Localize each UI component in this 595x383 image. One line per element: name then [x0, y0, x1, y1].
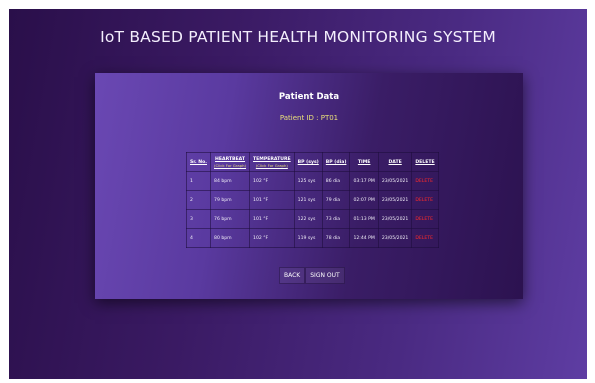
cell-time: 12:44 PM [349, 228, 379, 248]
table-header-row: Sr. No. HEARTBEAT (Click For Graph) TEMP… [185, 152, 439, 172]
cell-date: 23/05/2021 [377, 190, 413, 210]
cell-temperature: 101 °F [249, 209, 295, 229]
header-time: TIME [349, 152, 379, 172]
cell-sr-no: 1 [185, 171, 212, 191]
cell-sr-no: 2 [185, 190, 212, 210]
card-title: Patient Data [278, 92, 340, 102]
header-bp-sys: BP (sys) [293, 152, 323, 172]
cell-date: 23/05/2021 [377, 209, 413, 229]
patient-data-card: Patient Data Patient ID : PT01 Sr. No. H… [95, 73, 523, 299]
table-row: 4 80 bpm 102 °F 119 sys 78 dia 12:44 PM … [185, 228, 439, 248]
cell-bp-sys: 119 sys [293, 228, 323, 248]
table-row: 2 79 bpm 101 °F 121 sys 79 dia 02:07 PM … [185, 190, 439, 210]
header-sr-no: Sr. No. [185, 152, 212, 172]
cell-sr-no: 4 [185, 228, 212, 248]
header-bp-dia: BP (dia) [321, 152, 351, 172]
cell-time: 02:07 PM [349, 190, 379, 210]
app-screen: IoT BASED PATIENT HEALTH MONITORING SYST… [9, 9, 587, 379]
patient-id: Patient ID : PT01 [279, 114, 339, 122]
delete-link[interactable]: DELETE [411, 171, 439, 191]
back-button[interactable]: BACK [279, 267, 306, 284]
cell-date: 23/05/2021 [377, 228, 413, 248]
cell-bp-sys: 125 sys [293, 171, 323, 191]
cell-bp-dia: 86 dia [321, 171, 351, 191]
cell-bp-dia: 79 dia [321, 190, 351, 210]
sign-out-button[interactable]: SIGN OUT [305, 267, 345, 284]
patient-data-table: Sr. No. HEARTBEAT (Click For Graph) TEMP… [185, 152, 439, 248]
header-temperature[interactable]: TEMPERATURE (Click For Graph) [249, 152, 295, 172]
table-row: 3 76 bpm 101 °F 122 sys 73 dia 01:13 PM … [185, 209, 439, 229]
heartbeat-graph-link[interactable]: (Click For Graph) [214, 163, 246, 168]
header-delete: DELETE [411, 152, 439, 172]
cell-bp-dia: 73 dia [321, 209, 351, 229]
header-heartbeat-label[interactable]: HEARTBEAT [215, 157, 245, 162]
header-temperature-label[interactable]: TEMPERATURE [253, 157, 291, 162]
cell-time: 01:13 PM [349, 209, 379, 229]
cell-time: 03:17 PM [349, 171, 379, 191]
app-title: IoT BASED PATIENT HEALTH MONITORING SYST… [100, 28, 496, 46]
table-row: 1 84 bpm 102 °F 125 sys 86 dia 03:17 PM … [185, 171, 439, 191]
cell-bp-sys: 122 sys [293, 209, 323, 229]
delete-link[interactable]: DELETE [411, 228, 439, 248]
cell-sr-no: 3 [185, 209, 212, 229]
cell-bp-dia: 78 dia [321, 228, 351, 248]
cell-heartbeat: 84 bpm [210, 171, 251, 191]
cell-heartbeat: 79 bpm [210, 190, 251, 210]
cell-bp-sys: 121 sys [293, 190, 323, 210]
delete-link[interactable]: DELETE [411, 209, 439, 229]
header-heartbeat[interactable]: HEARTBEAT (Click For Graph) [210, 152, 251, 172]
action-buttons: BACK SIGN OUT [279, 267, 345, 284]
cell-temperature: 102 °F [249, 171, 295, 191]
header-date: DATE [377, 152, 413, 172]
temperature-graph-link[interactable]: (Click For Graph) [253, 163, 291, 168]
delete-link[interactable]: DELETE [411, 190, 439, 210]
cell-heartbeat: 76 bpm [210, 209, 251, 229]
cell-heartbeat: 80 bpm [210, 228, 251, 248]
cell-date: 23/05/2021 [377, 171, 413, 191]
cell-temperature: 102 °F [249, 228, 295, 248]
cell-temperature: 101 °F [249, 190, 295, 210]
